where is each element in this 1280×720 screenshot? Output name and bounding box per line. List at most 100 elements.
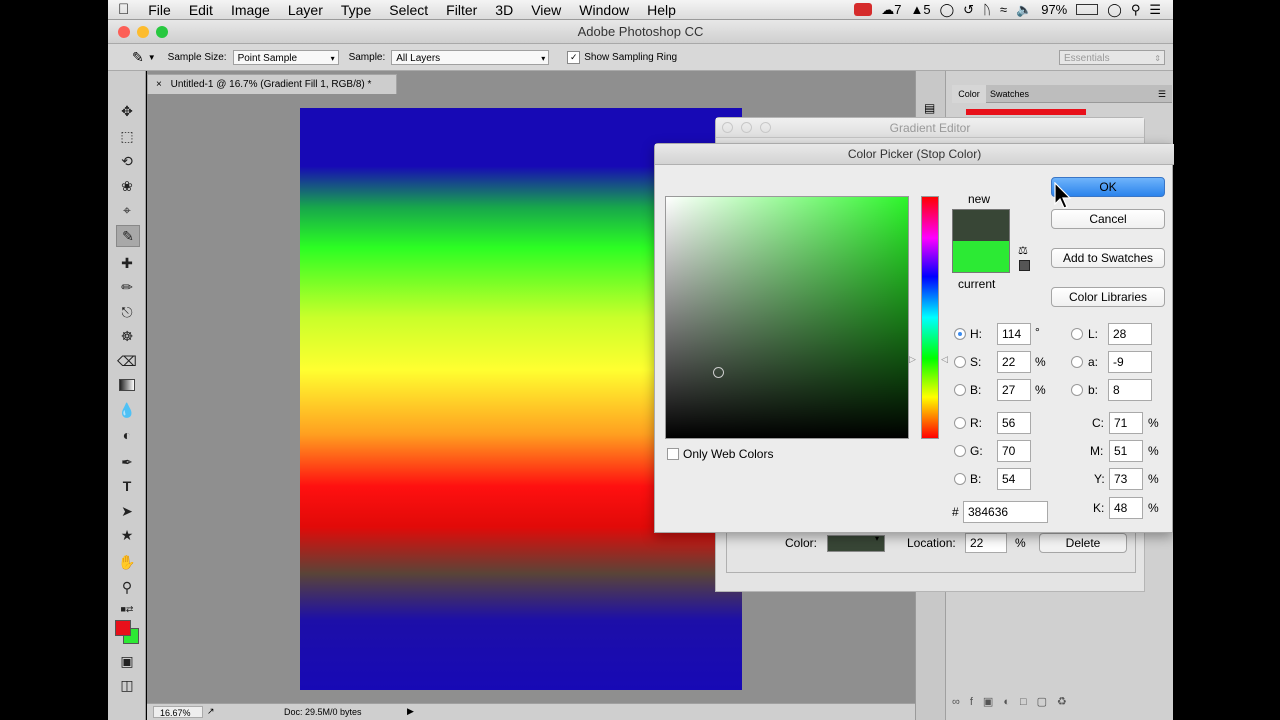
blue-radio[interactable] [954,473,966,485]
lab-a-radio[interactable] [1071,356,1083,368]
brightness-radio[interactable] [954,384,966,396]
panel-menu-icon[interactable]: ☰ [1158,85,1166,103]
add-mask-icon[interactable]: ▣ [983,696,1003,708]
show-sampling-ring-checkbox[interactable]: ✓ [567,50,581,64]
minimize-window-button[interactable] [137,26,149,38]
menu-type[interactable]: Type [332,0,380,20]
black-input[interactable]: 48 [1109,497,1143,519]
zoom-tool-icon[interactable]: ⚲ [116,577,138,597]
lab-l-radio[interactable] [1071,328,1083,340]
lab-l-input[interactable]: 28 [1108,323,1152,345]
zoom-level[interactable]: 16.67% [153,706,203,718]
history-panel-icon[interactable]: ▤ [924,101,935,115]
quick-mask-icon[interactable]: ▣ [116,651,138,671]
saturation-radio[interactable] [954,356,966,368]
record-icon[interactable] [854,3,873,16]
new-layer-icon[interactable]: ▢ [1037,696,1057,708]
default-colors-icon[interactable]: ■⇄ [116,599,138,619]
menu-select[interactable]: Select [380,0,437,20]
color-panel-tab[interactable]: Color [952,85,986,103]
dodge-tool-icon[interactable]: ◐ [116,425,138,445]
hex-input[interactable]: 384636 [963,501,1048,523]
color-field[interactable] [665,196,909,439]
history-brush-tool-icon[interactable]: ☸ [116,326,138,346]
web-safe-color-icon[interactable] [1019,260,1030,271]
swatches-panel-tab[interactable]: Swatches [990,85,1029,103]
hue-radio[interactable] [954,328,966,340]
wifi-icon[interactable]: ≈ [1000,2,1007,17]
menu-image[interactable]: Image [222,0,279,20]
lab-b-input[interactable]: 8 [1108,379,1152,401]
quick-selection-tool-icon[interactable]: ❀ [116,176,138,196]
layer-style-icon[interactable]: f [970,696,983,708]
move-tool-icon[interactable]: ✥ [116,101,138,121]
gradient-editor-minimize-button[interactable] [741,122,752,133]
status-share-icon[interactable]: ↗ [207,706,215,717]
lab-b-radio[interactable] [1071,384,1083,396]
adjustment-layer-icon[interactable]: ◐ [1003,696,1020,708]
color-field-cursor[interactable] [713,367,724,378]
green-input[interactable]: 70 [997,440,1031,462]
add-to-swatches-button[interactable]: Add to Swatches [1051,248,1165,268]
current-color-swatch[interactable] [952,241,1010,273]
lab-a-input[interactable]: -9 [1108,351,1152,373]
brightness-input[interactable]: 27 [997,379,1031,401]
green-radio[interactable] [954,445,966,457]
only-web-colors-checkbox[interactable] [667,448,679,460]
cyan-input[interactable]: 71 [1109,412,1143,434]
eraser-tool-icon[interactable]: ⌫ [116,351,138,371]
menu-layer[interactable]: Layer [279,0,332,20]
link-layers-icon[interactable]: ∞ [952,696,970,708]
crop-tool-icon[interactable]: ⌖ [116,200,138,220]
saturation-input[interactable]: 22 [997,351,1031,373]
sync-icon[interactable]: ☁7 [881,2,901,18]
status-menu-arrow-icon[interactable]: ▶ [407,706,414,717]
menu-window[interactable]: Window [570,0,638,20]
bluetooth-icon[interactable]: ᚢ [983,2,991,17]
hue-slider[interactable] [921,196,939,439]
delete-stop-button[interactable]: Delete [1039,533,1127,553]
magenta-input[interactable]: 51 [1109,440,1143,462]
menu-view[interactable]: View [522,0,570,20]
zoom-window-button[interactable] [156,26,168,38]
volume-icon[interactable]: 🔈 [1016,2,1032,18]
gradient-editor-zoom-button[interactable] [760,122,771,133]
time-machine-icon[interactable]: ↺ [963,2,974,18]
close-window-button[interactable] [118,26,130,38]
hue-slider-left-handle[interactable]: ▷ [909,354,916,365]
gradient-editor-close-button[interactable] [722,122,733,133]
menu-edit[interactable]: Edit [180,0,222,20]
color-libraries-button[interactable]: Color Libraries [1051,287,1165,307]
preset-dropdown-icon[interactable]: ▼ [148,53,156,62]
delete-layer-icon[interactable]: ♻ [1057,696,1077,708]
chevron-down-icon[interactable]: ▾ [875,534,879,543]
menu-filter[interactable]: Filter [437,0,486,20]
blue-input[interactable]: 54 [997,468,1031,490]
spotlight-search-icon[interactable]: ⚲ [1131,2,1141,18]
eyedropper-preset-icon[interactable]: ✎ [132,49,144,66]
shape-tool-icon[interactable]: ★ [116,525,138,545]
healing-brush-tool-icon[interactable]: ✚ [116,253,138,273]
foreground-color-swatch[interactable] [115,620,131,636]
new-group-icon[interactable]: □ [1020,696,1037,708]
menu-file[interactable]: File [139,0,180,20]
type-tool-icon[interactable]: T [116,476,138,496]
brush-tool-icon[interactable]: ✏ [116,277,138,297]
red-input[interactable]: 56 [997,412,1031,434]
menu-help[interactable]: Help [638,0,685,20]
adobe-icon[interactable]: ▲5 [911,2,931,17]
clone-stamp-tool-icon[interactable]: ⎋ [116,302,138,322]
document-tab[interactable]: × Untitled-1 @ 16.7% (Gradient Fill 1, R… [147,74,397,94]
close-tab-icon[interactable]: × [156,79,162,90]
battery-text[interactable]: 97% [1041,2,1067,17]
sample-select[interactable]: All Layers ▾ [391,49,550,65]
gradient-tool-icon[interactable] [116,376,138,396]
notification-center-icon[interactable]: ☰ [1149,2,1161,18]
gamut-warning-icon[interactable]: ⚖ [1018,244,1028,257]
cancel-button[interactable]: Cancel [1051,209,1165,229]
stop-location-input[interactable]: 22 [965,533,1007,553]
chat-icon[interactable]: ◯ [940,2,955,18]
clock-icon[interactable]: ◯ [1107,2,1122,18]
workspace-select[interactable]: Essentials ⇕ [1059,49,1165,65]
hand-tool-icon[interactable]: ✋ [116,552,138,572]
